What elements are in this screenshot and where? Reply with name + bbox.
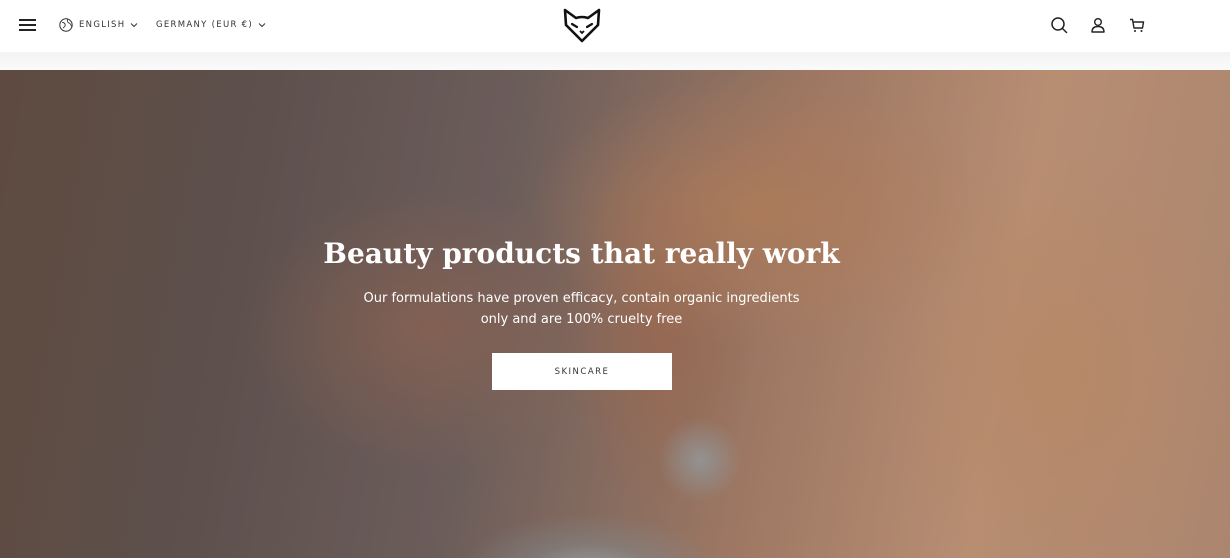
chevron-down-icon xyxy=(258,23,266,28)
site-header: ENGLISH GERMANY (EUR €) xyxy=(0,0,1230,52)
skincare-button[interactable]: SKINCARE xyxy=(492,353,672,390)
hero-title: Beauty products that really work xyxy=(323,237,840,270)
fox-logo[interactable] xyxy=(562,6,602,44)
header-divider xyxy=(0,52,1230,70)
menu-button[interactable] xyxy=(19,18,36,32)
account-icon[interactable] xyxy=(1088,15,1108,35)
hero-banner: Beauty products that really work Our for… xyxy=(0,70,1230,558)
country-selector[interactable]: GERMANY (EUR €) xyxy=(156,17,266,33)
search-icon[interactable] xyxy=(1049,15,1069,35)
country-label: GERMANY (EUR €) xyxy=(156,20,254,30)
language-label: ENGLISH xyxy=(79,20,126,30)
chevron-down-icon xyxy=(131,23,138,28)
hero-subtitle: Our formulations have proven efficacy, c… xyxy=(363,291,800,327)
menu-icon-line xyxy=(19,19,36,21)
language-selector[interactable]: ENGLISH xyxy=(59,17,138,33)
globe-icon xyxy=(59,18,73,32)
menu-icon-line xyxy=(19,29,36,31)
cart-icon[interactable] xyxy=(1127,15,1147,35)
menu-icon-line xyxy=(19,24,36,26)
